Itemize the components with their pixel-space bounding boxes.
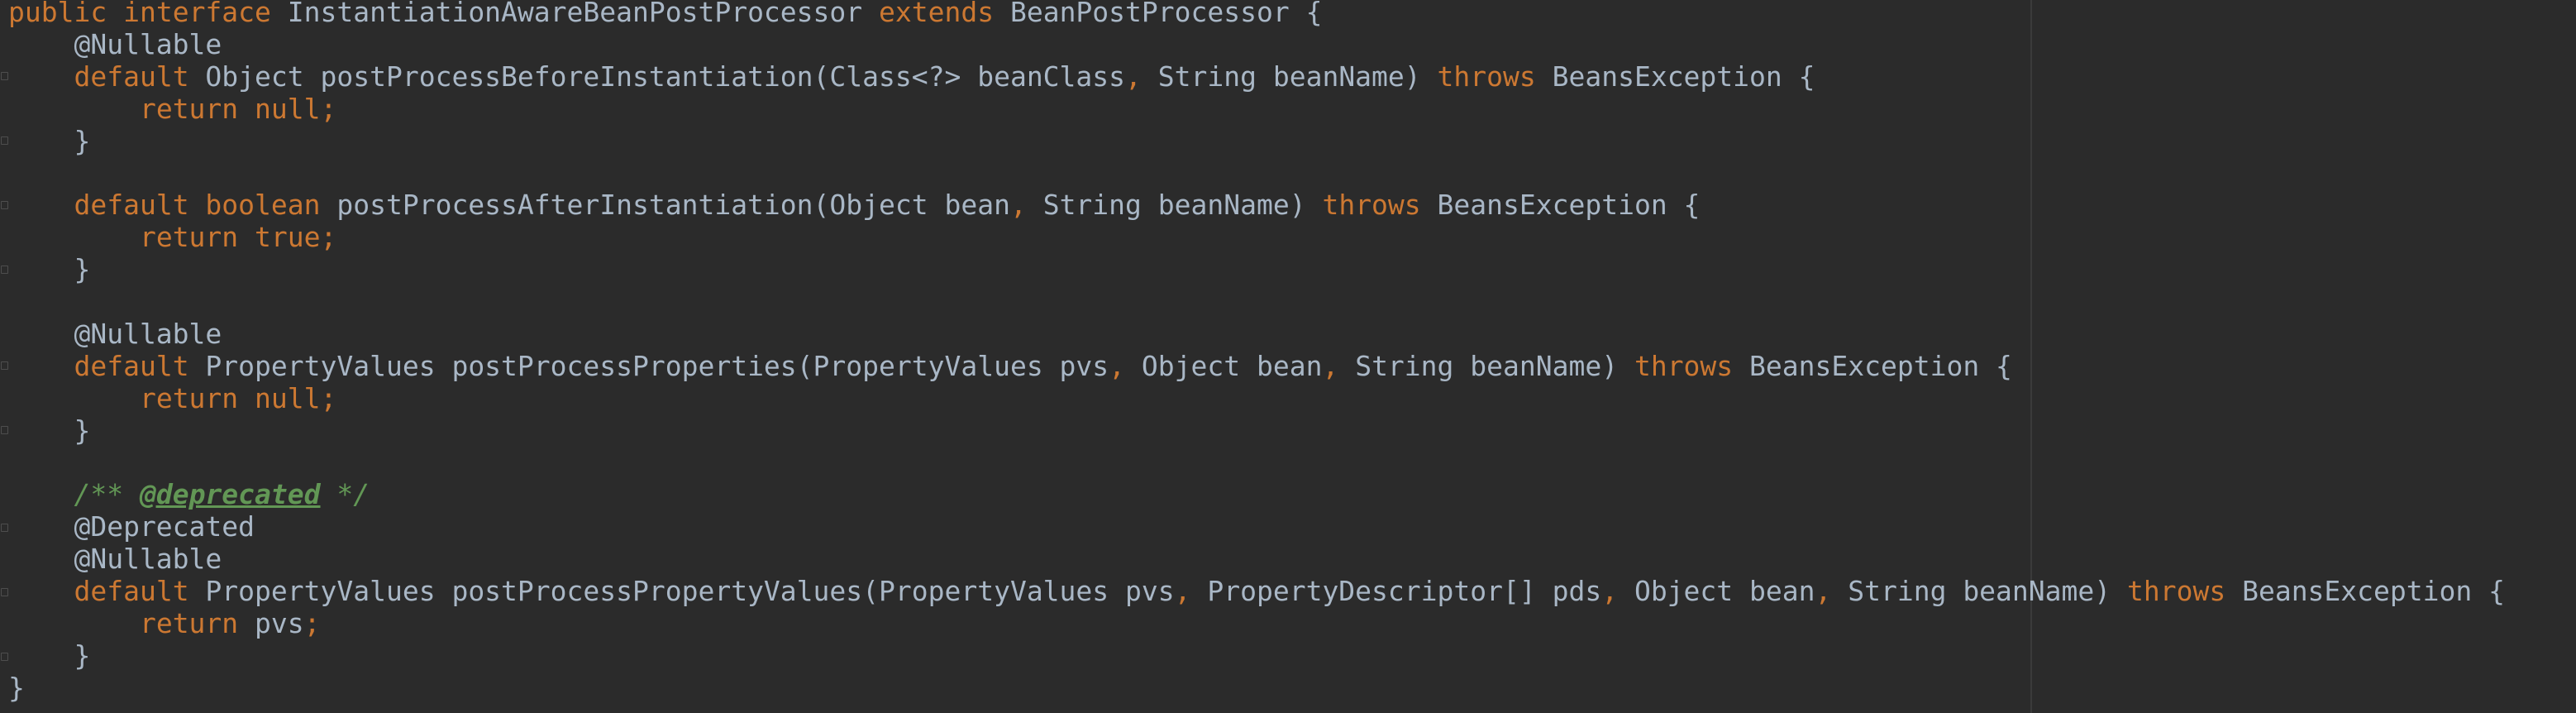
code-token: } <box>8 253 91 286</box>
fold-marker-icon[interactable] <box>1 653 8 661</box>
code-line: return null; <box>8 95 2505 129</box>
code-token: postProcessAfterInstantiation(Object bea… <box>320 189 1010 222</box>
annotation-token: @Deprecated <box>8 510 255 543</box>
fold-marker-icon[interactable] <box>1 266 8 274</box>
keyword-token: return null; <box>139 92 337 125</box>
keyword-token: throws <box>1437 60 1536 93</box>
keyword-token: return true; <box>139 221 337 254</box>
code-token: } <box>8 414 91 447</box>
code-token: BeansException { <box>2225 575 2505 608</box>
code-line: default Object postProcessBeforeInstanti… <box>8 63 2505 97</box>
code-line: default boolean postProcessAfterInstanti… <box>8 191 2505 225</box>
punctuation-token: ; <box>303 606 321 639</box>
code-token: PropertyValues postProcessPropertyValues… <box>188 575 1175 608</box>
punctuation-token: , <box>1601 575 1619 608</box>
punctuation-token: , <box>1815 575 1832 608</box>
keyword-token: return null; <box>139 381 337 414</box>
fold-marker-icon[interactable] <box>1 201 8 209</box>
code-line: default PropertyValues postProcessProper… <box>8 577 2505 611</box>
punctuation-token: , <box>1109 349 1126 382</box>
code-token: PropertyValues postProcessProperties(Pro… <box>188 349 1109 382</box>
code-token: String beanName) <box>1141 60 1438 93</box>
code-line: default PropertyValues postProcessProper… <box>8 352 2505 386</box>
code-token: String beanName) <box>1026 189 1323 222</box>
code-line: /** @deprecated */ <box>8 481 2505 514</box>
keyword-token: extends <box>879 0 995 28</box>
code-line: } <box>8 674 2505 708</box>
code-line: return true; <box>8 223 2505 257</box>
keyword-token: throws <box>1322 189 1421 222</box>
code-token: PropertyDescriptor[] pds <box>1190 575 1602 608</box>
fold-marker-icon[interactable] <box>1 588 8 596</box>
punctuation-token: , <box>1125 60 1142 93</box>
code-area[interactable]: public interface InstantiationAwareBeanP… <box>8 0 2505 708</box>
fold-marker-icon[interactable] <box>1 72 8 80</box>
code-line: public interface InstantiationAwareBeanP… <box>8 0 2505 32</box>
punctuation-token: , <box>1009 189 1027 222</box>
code-line: } <box>8 256 2505 290</box>
code-line: return pvs; <box>8 610 2505 644</box>
keyword-token: public <box>8 0 107 28</box>
code-token: } <box>8 639 91 672</box>
code-line: } <box>8 127 2505 161</box>
code-token: BeanPostProcessor { <box>994 0 1323 28</box>
fold-marker-icon[interactable] <box>1 361 8 370</box>
code-token: String beanName) <box>1338 349 1634 382</box>
keyword-token: default <box>74 349 189 382</box>
keyword-token: default <box>74 60 189 93</box>
code-line: @Deprecated <box>8 513 2505 547</box>
code-line: } <box>8 642 2505 676</box>
fold-marker-icon[interactable] <box>1 426 8 434</box>
code-token: Object bean <box>1125 349 1323 382</box>
keyword-token: default <box>74 575 189 608</box>
code-token: } <box>8 671 25 704</box>
punctuation-token: , <box>1322 349 1339 382</box>
code-token: InstantiationAwareBeanPostProcessor <box>270 0 880 28</box>
comment-token: */ <box>320 478 370 511</box>
code-token: } <box>8 124 91 157</box>
code-token: BeansException { <box>1733 349 2012 382</box>
code-token: String beanName) <box>1831 575 2127 608</box>
code-token: Object postProcessBeforeInstantiation(Cl… <box>188 60 1126 93</box>
annotation-token: @Nullable <box>8 27 222 60</box>
code-token: Object bean <box>1618 575 1815 608</box>
code-token: pvs <box>238 606 304 639</box>
comment-token: /** <box>74 478 140 511</box>
code-token: BeansException { <box>1420 189 1701 222</box>
code-editor[interactable]: public interface InstantiationAwareBeanP… <box>0 0 2576 713</box>
javadoc-tag-token: @deprecated <box>139 478 321 511</box>
code-line: return null; <box>8 385 2505 419</box>
keyword-token: throws <box>2127 575 2226 608</box>
fold-marker-icon[interactable] <box>1 136 8 145</box>
keyword-token: return <box>139 606 239 639</box>
code-line: } <box>8 417 2505 451</box>
keyword-token: interface <box>123 0 271 28</box>
punctuation-token: , <box>1174 575 1191 608</box>
fold-marker-icon[interactable] <box>1 524 8 532</box>
keyword-token: default boolean <box>74 189 321 222</box>
annotation-token: @Nullable <box>8 317 222 350</box>
annotation-token: @Nullable <box>8 543 222 576</box>
keyword-token: throws <box>1634 349 1734 382</box>
code-token: BeansException { <box>1535 60 1815 93</box>
